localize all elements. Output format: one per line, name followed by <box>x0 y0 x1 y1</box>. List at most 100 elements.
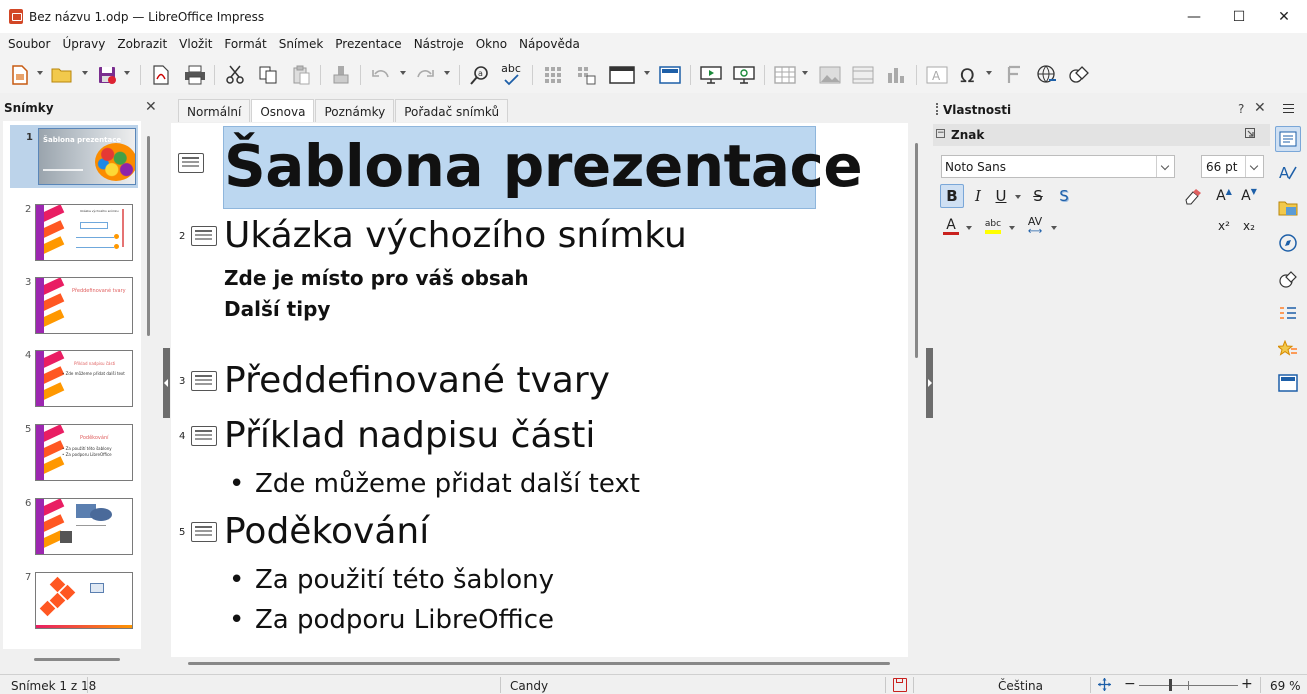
font-color-dropdown-icon[interactable] <box>966 226 972 230</box>
slide-outline-icon[interactable] <box>191 426 217 446</box>
grow-font-button[interactable]: A ▲ <box>1213 184 1235 208</box>
highlight-dropdown-icon[interactable] <box>1009 226 1015 230</box>
image-icon[interactable] <box>819 64 841 86</box>
outline-slide-title-5[interactable]: Poděkování <box>224 511 429 552</box>
shrink-font-button[interactable]: A ▼ <box>1238 184 1260 208</box>
properties-close-button[interactable]: ✕ <box>1254 100 1266 116</box>
menu-vlozit[interactable]: Vložit <box>174 37 217 51</box>
slides-pane-splitter[interactable] <box>163 348 170 418</box>
menu-upravy[interactable]: Úpravy <box>57 37 110 51</box>
clone-formatting-icon[interactable] <box>330 64 352 86</box>
save-dropdown-icon[interactable] <box>124 71 130 75</box>
shapes-deck-icon[interactable] <box>1275 266 1301 292</box>
slides-vertical-scrollbar[interactable] <box>147 136 150 336</box>
slide-outline-icon[interactable] <box>191 522 217 542</box>
textbox-icon[interactable]: A <box>926 64 948 86</box>
character-section-header[interactable]: − Znak <box>933 124 1270 146</box>
fontwork-icon[interactable] <box>1003 64 1025 86</box>
zoom-in-button[interactable]: + <box>1241 676 1253 692</box>
clear-formatting-button[interactable] <box>1182 184 1204 208</box>
special-character-dropdown-icon[interactable] <box>986 71 992 75</box>
slide-thumbnail-4[interactable]: 4 Příklad nadpisu části • Zde můžeme při… <box>3 348 141 414</box>
start-from-first-icon[interactable] <box>700 64 722 86</box>
outline-bullet-text[interactable]: Za použití této šablony <box>255 565 554 595</box>
highlight-button[interactable]: abc <box>981 214 1005 238</box>
redo-dropdown-icon[interactable] <box>444 71 450 75</box>
display-views-icon[interactable] <box>608 64 636 86</box>
paste-icon[interactable] <box>290 64 312 86</box>
tab-poradac-snimku[interactable]: Pořadač snímků <box>395 99 509 122</box>
zoom-out-button[interactable]: − <box>1124 676 1136 692</box>
slide-thumbnail-5[interactable]: 5 Poděkování • Za použití této šablony •… <box>3 422 141 488</box>
undo-dropdown-icon[interactable] <box>400 71 406 75</box>
chevron-down-icon[interactable] <box>1156 156 1174 177</box>
properties-help-button[interactable]: ? <box>1238 102 1244 116</box>
menu-snimek[interactable]: Snímek <box>274 37 329 51</box>
font-size-combobox[interactable]: 66 pt <box>1201 155 1264 178</box>
copy-icon[interactable] <box>257 64 279 86</box>
menu-zobrazit[interactable]: Zobrazit <box>112 37 172 51</box>
language-status[interactable]: Čeština <box>998 679 1043 693</box>
master-slide-name[interactable]: Candy <box>510 679 548 693</box>
outline-body-text[interactable]: Zde je místo pro váš obsah <box>224 266 529 290</box>
tab-poznamky[interactable]: Poznámky <box>315 99 395 122</box>
underline-dropdown-icon[interactable] <box>1015 195 1021 199</box>
outline-slide-title-2[interactable]: Ukázka výchozího snímku <box>224 215 687 256</box>
table-icon[interactable] <box>774 64 796 86</box>
subscript-button[interactable]: x₂ <box>1238 214 1260 238</box>
new-dropdown-icon[interactable] <box>37 71 43 75</box>
slide-outline-icon[interactable] <box>178 153 204 173</box>
outline-bullet-text[interactable]: Za podporu LibreOffice <box>255 605 554 635</box>
outline-horizontal-scrollbar[interactable] <box>188 662 890 665</box>
hyperlink-icon[interactable] <box>1036 64 1058 86</box>
menu-napoveda[interactable]: Nápověda <box>514 37 585 51</box>
zoom-level[interactable]: 69 % <box>1270 679 1301 693</box>
open-dropdown-icon[interactable] <box>82 71 88 75</box>
font-color-button[interactable]: A <box>940 214 962 238</box>
slide-outline-icon[interactable] <box>191 226 217 246</box>
slide-thumbnail-6[interactable]: 6 <box>3 496 141 562</box>
gallery-icon[interactable] <box>1275 195 1301 221</box>
sidebar-splitter[interactable] <box>926 348 933 418</box>
close-window-button[interactable]: ✕ <box>1261 0 1307 33</box>
redo-icon[interactable] <box>414 64 436 86</box>
outline-bullet-text[interactable]: Zde můžeme přidat další text <box>255 469 640 499</box>
chevron-down-icon[interactable] <box>1245 156 1263 177</box>
tab-osnova[interactable]: Osnova <box>251 99 315 122</box>
collapse-icon[interactable]: − <box>936 129 945 138</box>
master-slide-icon[interactable] <box>659 64 681 86</box>
minimize-button[interactable]: — <box>1171 0 1217 33</box>
slide-outline-icon[interactable] <box>191 371 217 391</box>
chart-icon[interactable] <box>885 64 907 86</box>
find-replace-icon[interactable]: a <box>469 64 491 86</box>
export-pdf-icon[interactable] <box>150 64 172 86</box>
cut-icon[interactable] <box>224 64 246 86</box>
fit-slide-icon[interactable] <box>1098 678 1111 691</box>
deck-menu-icon[interactable] <box>1283 104 1294 113</box>
grid-icon[interactable] <box>542 64 564 86</box>
print-icon[interactable] <box>184 64 206 86</box>
table-dropdown-icon[interactable] <box>802 71 808 75</box>
outline-vertical-scrollbar[interactable] <box>915 143 918 358</box>
menu-soubor[interactable]: Soubor <box>3 37 55 51</box>
italic-button[interactable]: I <box>967 184 989 208</box>
save-icon[interactable] <box>96 64 118 86</box>
undo-icon[interactable] <box>370 64 392 86</box>
slide-thumbnail-7[interactable]: 7 <box>3 570 141 636</box>
slide-thumbnail-2[interactable]: 2 Ukázka výchozího snímku <box>3 202 141 268</box>
tab-normalni[interactable]: Normální <box>178 99 251 122</box>
special-character-icon[interactable]: Ω <box>958 64 980 86</box>
spellcheck-icon[interactable]: abc <box>500 62 522 86</box>
helplines-icon[interactable] <box>575 64 597 86</box>
styles-icon[interactable]: A <box>1275 160 1301 186</box>
outline-slide-title-4[interactable]: Příklad nadpisu části <box>224 415 595 456</box>
menu-format[interactable]: Formát <box>219 37 271 51</box>
slide-thumbnail-3[interactable]: 3 Předdefinované tvary <box>3 275 141 341</box>
animation-icon[interactable] <box>1275 301 1301 327</box>
shadow-button[interactable]: S <box>1053 184 1075 208</box>
strikethrough-button[interactable]: S <box>1027 184 1049 208</box>
outline-slide-title-3[interactable]: Předdefinované tvary <box>224 360 610 401</box>
new-icon[interactable] <box>9 64 31 86</box>
slides-horizontal-scrollbar[interactable] <box>34 658 120 661</box>
outline-view[interactable]: Šablona prezentace 2 Ukázka výchozího sn… <box>171 123 908 657</box>
